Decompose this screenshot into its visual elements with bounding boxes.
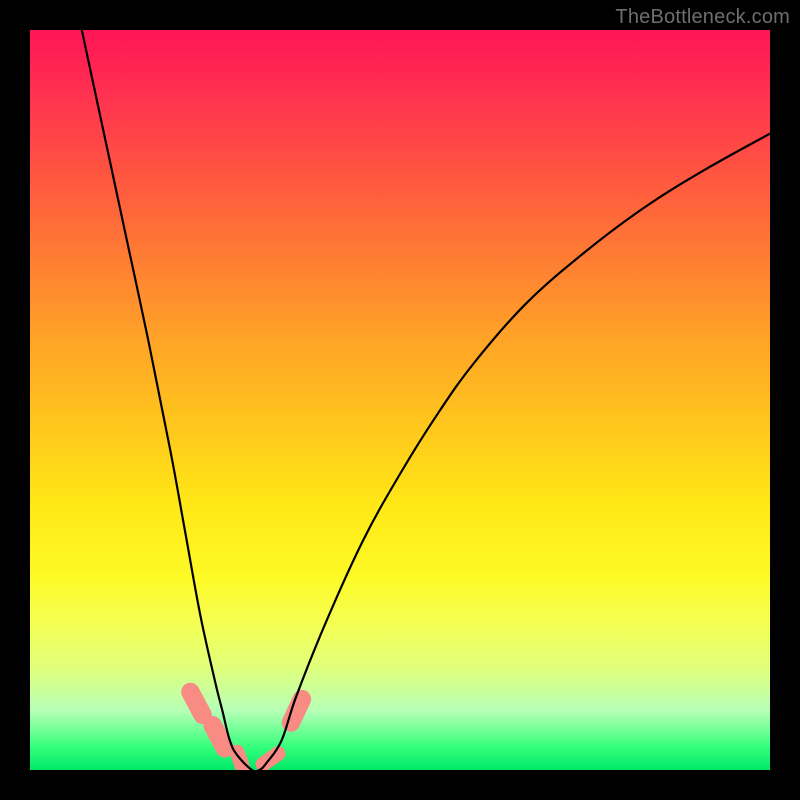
markers-group — [178, 679, 314, 770]
plot-area — [30, 30, 770, 770]
watermark-text: TheBottleneck.com — [615, 6, 790, 29]
bottleneck-curve — [82, 30, 770, 770]
chart-frame: TheBottleneck.com — [0, 0, 800, 800]
chart-svg — [30, 30, 770, 770]
